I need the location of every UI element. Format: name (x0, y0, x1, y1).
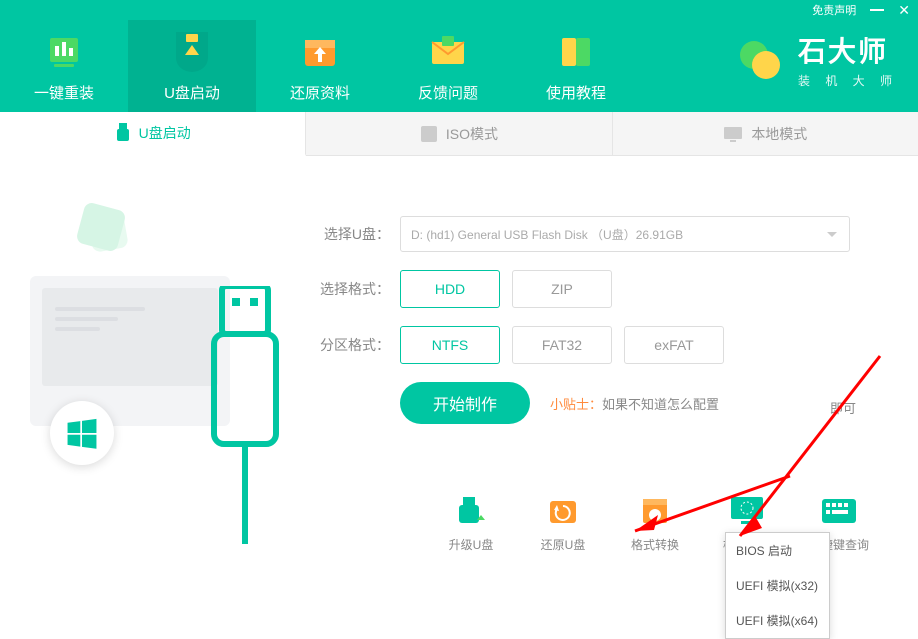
main-content: 选择U盘： D: (hd1) General USB Flash Disk （U… (0, 156, 918, 578)
nav-label: 还原资料 (290, 82, 350, 103)
tip-tail: 即可 (830, 398, 856, 417)
nav-restore-data[interactable]: 还原资料 (256, 20, 384, 112)
format-zip-button[interactable]: ZIP (512, 270, 612, 308)
nav-label: 反馈问题 (418, 82, 478, 103)
usb-large-icon (210, 286, 280, 546)
windows-badge-icon (50, 401, 114, 465)
disk-icon (636, 492, 674, 530)
brand-subtitle: 装 机 大 师 (798, 72, 898, 89)
book-icon (554, 30, 598, 74)
fs-fat32-button[interactable]: FAT32 (512, 326, 612, 364)
format-hdd-button[interactable]: HDD (400, 270, 500, 308)
close-button[interactable]: ✕ (898, 2, 910, 19)
brand-logo-icon (736, 35, 786, 85)
shield-usb-icon (170, 30, 214, 74)
nav-label: 一键重装 (34, 82, 94, 103)
nav-label: U盘启动 (164, 82, 220, 103)
keyboard-icon (820, 492, 858, 530)
tab-local-mode[interactable]: 本地模式 (613, 112, 918, 155)
bar-chart-icon (42, 30, 86, 74)
usb-upgrade-icon (452, 492, 490, 530)
titlebar: 免责声明 ✕ (0, 0, 918, 20)
restore-icon (544, 492, 582, 530)
brand: 石大师 装 机 大 师 (736, 30, 898, 89)
bottom-restore-usb[interactable]: 还原U盘 (532, 492, 594, 553)
mode-tabbar: U盘启动 ISO模式 本地模式 (0, 112, 918, 156)
mail-icon (426, 30, 470, 74)
popup-uefi-x32[interactable]: UEFI 模拟(x32) (726, 568, 829, 603)
tab-label: U盘启动 (139, 123, 191, 143)
tab-usb-boot[interactable]: U盘启动 (0, 112, 306, 156)
illustration (30, 206, 290, 526)
select-usb-label: 选择U盘： (320, 224, 390, 244)
popup-bios-boot[interactable]: BIOS 启动 (726, 533, 829, 568)
fs-label: 分区格式： (320, 335, 390, 355)
format-label: 选择格式： (320, 279, 390, 299)
disclaimer-link[interactable]: 免责声明 (812, 2, 856, 18)
usb-select[interactable]: D: (hd1) General USB Flash Disk （U盘）26.9… (400, 216, 850, 252)
iso-icon (420, 125, 438, 143)
popup-uefi-x64[interactable]: UEFI 模拟(x64) (726, 603, 829, 638)
tab-label: ISO模式 (446, 124, 498, 144)
nav-one-click-reinstall[interactable]: 一键重装 (0, 20, 128, 112)
bottom-upgrade-usb[interactable]: 升级U盘 (440, 492, 502, 553)
upload-box-icon (298, 30, 342, 74)
nav-usb-boot[interactable]: U盘启动 (128, 20, 256, 112)
monitor-icon (723, 126, 743, 142)
fs-exfat-button[interactable]: exFAT (624, 326, 724, 364)
bottom-format-convert[interactable]: 格式转换 (624, 492, 686, 553)
nav-feedback[interactable]: 反馈问题 (384, 20, 512, 112)
start-make-button[interactable]: 开始制作 (400, 382, 530, 424)
brand-title: 石大师 (798, 30, 898, 70)
monitor-boot-icon (728, 492, 766, 530)
tip-text: 小贴士：如果不知道怎么配置 (550, 394, 719, 413)
form: 选择U盘： D: (hd1) General USB Flash Disk （U… (320, 216, 880, 442)
nav-tutorial[interactable]: 使用教程 (512, 20, 640, 112)
minimize-button[interactable] (870, 9, 884, 11)
tab-iso-mode[interactable]: ISO模式 (306, 112, 612, 155)
usb-icon (115, 123, 131, 143)
tab-label: 本地模式 (751, 124, 807, 144)
header-nav: 一键重装 U盘启动 还原资料 反馈问题 使用教程 石大师 装 机 大 师 (0, 20, 918, 112)
usb-select-value: D: (hd1) General USB Flash Disk （U盘）26.9… (411, 226, 683, 243)
simulate-boot-popup: BIOS 启动 UEFI 模拟(x32) UEFI 模拟(x64) (725, 532, 830, 639)
nav-label: 使用教程 (546, 82, 606, 103)
fs-ntfs-button[interactable]: NTFS (400, 326, 500, 364)
